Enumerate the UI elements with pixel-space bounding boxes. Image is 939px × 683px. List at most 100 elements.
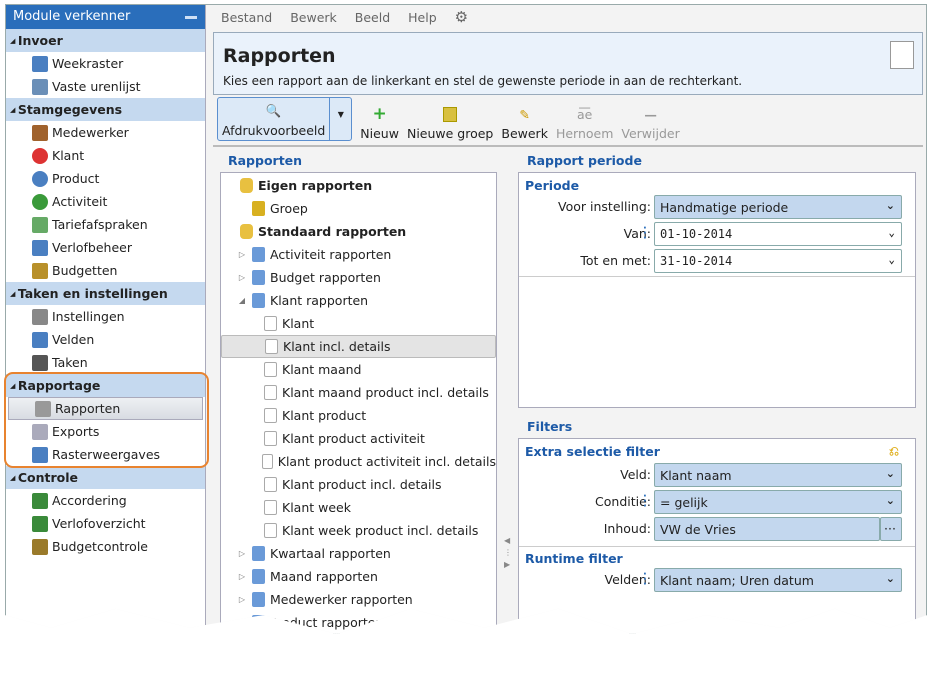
sidebar-item-label: Tariefafspraken — [52, 217, 148, 232]
clear-filter-icon[interactable]: ⎌ — [889, 443, 899, 459]
sidebar-item-taken[interactable]: Taken — [6, 351, 205, 374]
delete-label: Verwijder — [621, 126, 680, 141]
menu-bestand[interactable]: Bestand — [221, 10, 272, 26]
tree-item-label: Klant product activiteit — [282, 431, 425, 446]
doc-icon — [264, 385, 277, 400]
expander-icon[interactable]: ▷ — [237, 572, 247, 581]
tree-item[interactable]: ◢ Klant rapporten — [221, 289, 496, 312]
sidebar-item-label: Weekraster — [52, 56, 124, 71]
tree-item[interactable]: Standaard rapporten — [221, 220, 496, 243]
tree-item[interactable]: Klant maand product incl. details — [221, 381, 496, 404]
tree-item[interactable]: ▷ Product rapporten — [221, 611, 496, 634]
edit-label: Bewerk — [501, 126, 548, 141]
rename-label: Hernoem — [555, 126, 614, 141]
tariefafspraken-icon — [32, 216, 48, 233]
expander-icon[interactable]: ▷ — [237, 618, 247, 627]
tree-item[interactable]: Klant — [221, 312, 496, 335]
new-folder-icon — [443, 107, 458, 122]
tree-item[interactable]: ▷ Maand rapporten — [221, 565, 496, 588]
rename-icon: a͞e — [576, 107, 593, 122]
pencil-icon: ✎ — [519, 107, 530, 122]
preview-split-button[interactable]: 🔍 Afdrukvoorbeeld ▼ — [217, 97, 353, 141]
expander-icon[interactable]: ▷ — [237, 250, 247, 259]
tree-item[interactable]: ▷ Budget rapporten — [221, 266, 496, 289]
expander-icon[interactable]: ▷ — [237, 595, 247, 604]
sidebar-item-label: Accordering — [52, 493, 127, 508]
content-input[interactable]: VW de Vries — [654, 517, 880, 541]
section-taken-en-instellingen[interactable]: Taken en instellingen — [6, 282, 205, 305]
sidebar-item-budgetcontrole[interactable]: Budgetcontrole — [6, 535, 205, 558]
expander-icon[interactable]: ▷ — [237, 549, 247, 558]
tree-item[interactable]: Groep — [221, 197, 496, 220]
tree-item[interactable]: Klant maand — [221, 358, 496, 381]
tree-item[interactable]: Klant product incl. details — [221, 473, 496, 496]
sidebar-item-verlofbeheer[interactable]: Verlofbeheer — [6, 236, 205, 259]
expander-icon[interactable]: ◢ — [237, 296, 247, 305]
preview-dropdown-arrow[interactable]: ▼ — [329, 98, 351, 140]
sidebar-item-label: Product — [52, 171, 100, 186]
sidebar-item-vaste-urenlijst[interactable]: Vaste urenlijst — [6, 75, 205, 98]
budgetten-icon — [32, 262, 48, 279]
sidebar-item-product[interactable]: Product — [6, 167, 205, 190]
gear-icon[interactable]: ⚙ — [455, 8, 468, 26]
sidebar-item-activiteit[interactable]: Activiteit — [6, 190, 205, 213]
folder-icon — [252, 569, 265, 584]
menu-help[interactable]: Help — [408, 10, 437, 26]
sidebar-item-tariefafspraken[interactable]: Tariefafspraken — [6, 213, 205, 236]
to-date-picker[interactable]: 31-10-2014 ⌄ — [654, 249, 902, 273]
sidebar-item-accordering[interactable]: Accordering — [6, 489, 205, 512]
db-icon — [240, 178, 253, 193]
from-date-picker[interactable]: 01-10-2014 ⌄ — [654, 222, 902, 246]
sidebar-item-velden[interactable]: Velden — [6, 328, 205, 351]
folder-icon — [252, 247, 265, 262]
section-controle[interactable]: Controle — [6, 466, 205, 489]
tree-item[interactable]: Klant product — [221, 404, 496, 427]
tree-item[interactable]: Klant product activiteit incl. details — [221, 450, 496, 473]
menu-bewerk[interactable]: Bewerk — [290, 10, 337, 26]
section-stamgegevens[interactable]: Stamgegevens — [6, 98, 205, 121]
expander-icon[interactable]: ▷ — [237, 273, 247, 282]
preset-row: Voor instelling: Handmatige periode ⌄ — [519, 195, 915, 219]
page-header: Rapporten Kies een rapport aan de linker… — [213, 32, 923, 95]
folder-icon — [252, 546, 265, 561]
preview-button[interactable]: 🔍 Afdrukvoorbeeld — [218, 98, 329, 140]
to-row: Tot en met: 31-10-2014 ⌄ — [519, 249, 915, 273]
report-document-icon — [890, 41, 914, 69]
collapse-button[interactable] — [185, 16, 197, 19]
tree-item[interactable]: Klant incl. details — [221, 335, 496, 358]
sidebar-item-verlofoverzicht[interactable]: Verlofoverzicht — [6, 512, 205, 535]
tree-item[interactable]: Klant week product incl. details — [221, 519, 496, 542]
splitter[interactable]: ◀ ⋮ ▶ — [504, 535, 512, 571]
tree-item[interactable]: ▷ Activiteit rapporten — [221, 243, 496, 266]
sidebar-item-instellingen[interactable]: Instellingen — [6, 305, 205, 328]
preset-select[interactable]: Handmatige periode ⌄ — [654, 195, 902, 219]
tree-item[interactable]: ▷ Kwartaal rapporten — [221, 542, 496, 565]
sidebar-item-medewerker[interactable]: Medewerker — [6, 121, 205, 144]
tree-item[interactable]: ▷ Medewerker rapporten — [221, 588, 496, 611]
activiteit-icon — [32, 193, 48, 210]
tree-item[interactable]: Eigen rapporten — [221, 174, 496, 197]
tree-item[interactable]: Klant product activiteit — [221, 427, 496, 450]
tree-item[interactable]: Klant week — [221, 496, 496, 519]
module-explorer: Module verkenner Invoer Weekraster Vaste u… — [6, 5, 206, 633]
sidebar-item-weekraster[interactable]: Weekraster — [6, 52, 205, 75]
field-select[interactable]: Klant naam ⌄ — [654, 463, 902, 487]
delete-button[interactable]: — Verwijder — [621, 107, 679, 141]
taken-icon — [32, 354, 48, 371]
sidebar-item-klant[interactable]: Klant — [6, 144, 205, 167]
accordering-icon — [32, 492, 48, 509]
edit-button[interactable]: ✎ Bewerk — [501, 107, 548, 141]
sidebar-item-label: Velden — [52, 332, 95, 347]
filters-heading: Filters — [527, 419, 573, 434]
rename-button[interactable]: a͞e Hernoem — [556, 107, 613, 141]
condition-select[interactable]: = gelijk ⌄ — [654, 490, 902, 514]
period-group-title: Periode — [525, 178, 580, 193]
new-group-button[interactable]: Nieuwe groep — [407, 107, 493, 141]
ellipsis-button[interactable]: ··· — [880, 517, 902, 541]
menu-beeld[interactable]: Beeld — [355, 10, 390, 26]
sidebar-item-label: Instellingen — [52, 309, 125, 324]
new-button[interactable]: + Nieuw — [360, 106, 399, 142]
fields-select[interactable]: Klant naam; Uren datum ⌄ — [654, 568, 902, 592]
section-invoer[interactable]: Invoer — [6, 29, 205, 52]
sidebar-item-budgetten[interactable]: Budgetten — [6, 259, 205, 282]
